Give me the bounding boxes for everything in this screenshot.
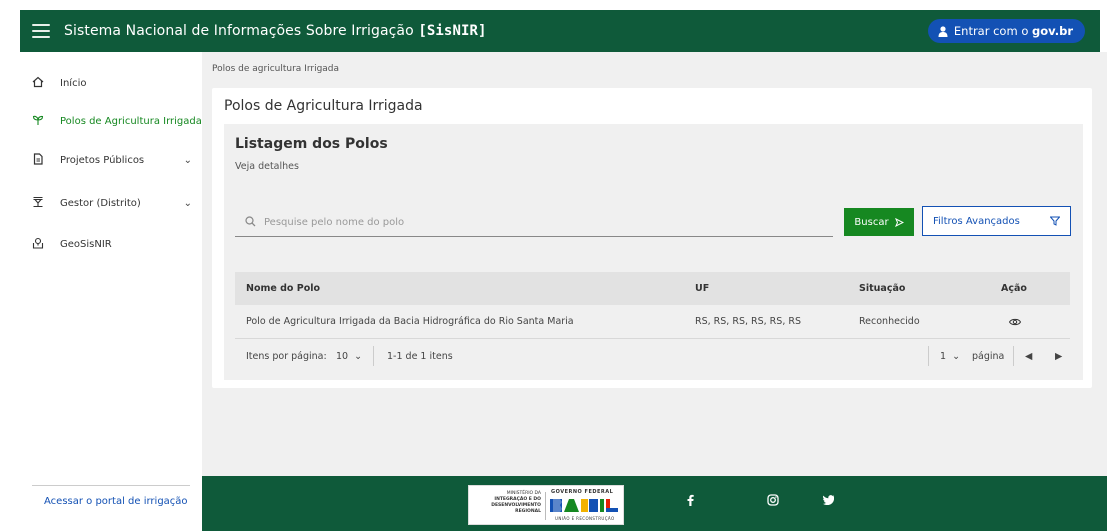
chevron-down-icon: ⌄ — [354, 350, 363, 362]
sidebar-item-projetos-publicos[interactable]: Projetos Públicos ⌄ — [20, 149, 202, 171]
table-row: Polo de Agricultura Irrigada da Bacia Hi… — [235, 305, 1070, 339]
sidebar-item-label: GeoSisNIR — [60, 238, 112, 250]
divider — [373, 346, 374, 366]
items-range: 1-1 de 1 itens — [387, 350, 453, 362]
panel-subtitle: Veja detalhes — [235, 161, 299, 172]
sidebar-item-label: Gestor (Distrito) — [60, 197, 141, 209]
eye-icon — [1009, 318, 1021, 325]
app-title-acronym: [SisNIR] — [418, 23, 487, 39]
divider — [928, 346, 929, 366]
send-icon — [894, 217, 904, 227]
filtros-avancados-button[interactable]: Filtros Avançados — [922, 206, 1071, 236]
sidebar: Início Polos de Agricultura Irrigada Pro… — [20, 52, 202, 531]
government-logo: MINISTÉRIO DA INTEGRAÇÃO E DO DESENVOLVI… — [468, 485, 624, 525]
twitter-icon[interactable] — [823, 494, 835, 508]
breadcrumb[interactable]: Polos de agricultura Irrigada — [212, 64, 339, 74]
app-root: Sistema Nacional de Informações Sobre Ir… — [0, 0, 1107, 531]
search-field — [235, 209, 833, 237]
search-input[interactable] — [264, 217, 804, 228]
divider — [1013, 346, 1014, 366]
page-label: página — [972, 350, 1005, 362]
page-select[interactable]: 1 ⌄ — [940, 340, 960, 372]
chevron-down-icon[interactable]: ⌄ — [184, 155, 192, 166]
cell-nome: Polo de Agricultura Irrigada da Bacia Hi… — [246, 316, 574, 327]
filter-icon — [1050, 216, 1060, 226]
table-header: Nome do Polo UF Situação Ação — [235, 272, 1070, 305]
sidebar-item-label: Polos de Agricultura Irrigada — [60, 115, 202, 127]
document-icon — [26, 152, 50, 168]
sidebar-divider — [32, 485, 190, 486]
cell-uf: RS, RS, RS, RS, RS, RS — [695, 316, 801, 327]
col-header-situacao: Situação — [859, 283, 906, 294]
sidebar-item-geosisnir[interactable]: GeoSisNIR — [20, 233, 202, 255]
footer — [202, 476, 1107, 531]
next-page-icon[interactable]: ▶ — [1055, 340, 1062, 372]
home-icon — [26, 76, 50, 91]
prev-page-icon[interactable]: ◀ — [1025, 340, 1032, 372]
cell-situacao: Reconhecido — [859, 316, 920, 327]
facebook-icon[interactable] — [686, 494, 694, 509]
login-label: Entrar com o gov.br — [953, 24, 1073, 38]
union-label: UNIÃO E RECONSTRUÇÃO — [555, 516, 615, 521]
items-per-page-label: Itens por página: — [246, 350, 327, 362]
sidebar-item-label: Projetos Públicos — [60, 154, 145, 166]
sprout-icon — [26, 114, 50, 129]
col-header-nome: Nome do Polo — [246, 283, 321, 294]
page-title: Polos de Agricultura Irrigada — [224, 98, 423, 114]
filtros-label: Filtros Avançados — [933, 215, 1020, 227]
sidebar-item-inicio[interactable]: Início — [20, 72, 202, 94]
portal-irrigacao-link[interactable]: Acessar o portal de irrigação — [44, 496, 188, 507]
app-title-text: Sistema Nacional de Informações Sobre Ir… — [64, 23, 419, 39]
sidebar-item-gestor[interactable]: Gestor (Distrito) ⌄ — [20, 192, 202, 214]
pagination: Itens por página: 10 ⌄ 1-1 de 1 itens 1 … — [235, 340, 1070, 372]
panel-title: Listagem dos Polos — [235, 136, 388, 152]
top-header: Sistema Nacional de Informações Sobre Ir… — [20, 10, 1100, 52]
map-pin-icon — [26, 237, 50, 252]
search-icon — [245, 215, 256, 230]
gov-federal-label: GOVERNO FEDERAL — [551, 489, 614, 495]
items-per-page-select[interactable]: 10 ⌄ — [336, 340, 362, 372]
chevron-down-icon[interactable]: ⌄ — [184, 198, 192, 209]
govbr-login-button[interactable]: Entrar com o gov.br — [927, 19, 1085, 43]
col-header-acao: Ação — [1001, 283, 1027, 294]
buscar-label: Buscar — [854, 216, 889, 228]
ministry-name: MINISTÉRIO DA INTEGRAÇÃO E DO DESENVOLVI… — [491, 491, 541, 514]
col-header-uf: UF — [695, 283, 710, 294]
user-icon — [938, 25, 948, 37]
buscar-button[interactable]: Buscar — [844, 208, 914, 236]
sidebar-item-polos[interactable]: Polos de Agricultura Irrigada — [20, 110, 202, 132]
sidebar-item-label: Início — [60, 77, 87, 89]
chevron-down-icon: ⌄ — [952, 350, 961, 362]
menu-icon[interactable] — [32, 24, 50, 38]
view-button[interactable] — [1009, 305, 1021, 338]
hierarchy-icon — [26, 196, 50, 211]
brasil-logo — [550, 499, 618, 512]
instagram-icon[interactable] — [767, 494, 779, 509]
app-title: Sistema Nacional de Informações Sobre Ir… — [64, 23, 487, 39]
